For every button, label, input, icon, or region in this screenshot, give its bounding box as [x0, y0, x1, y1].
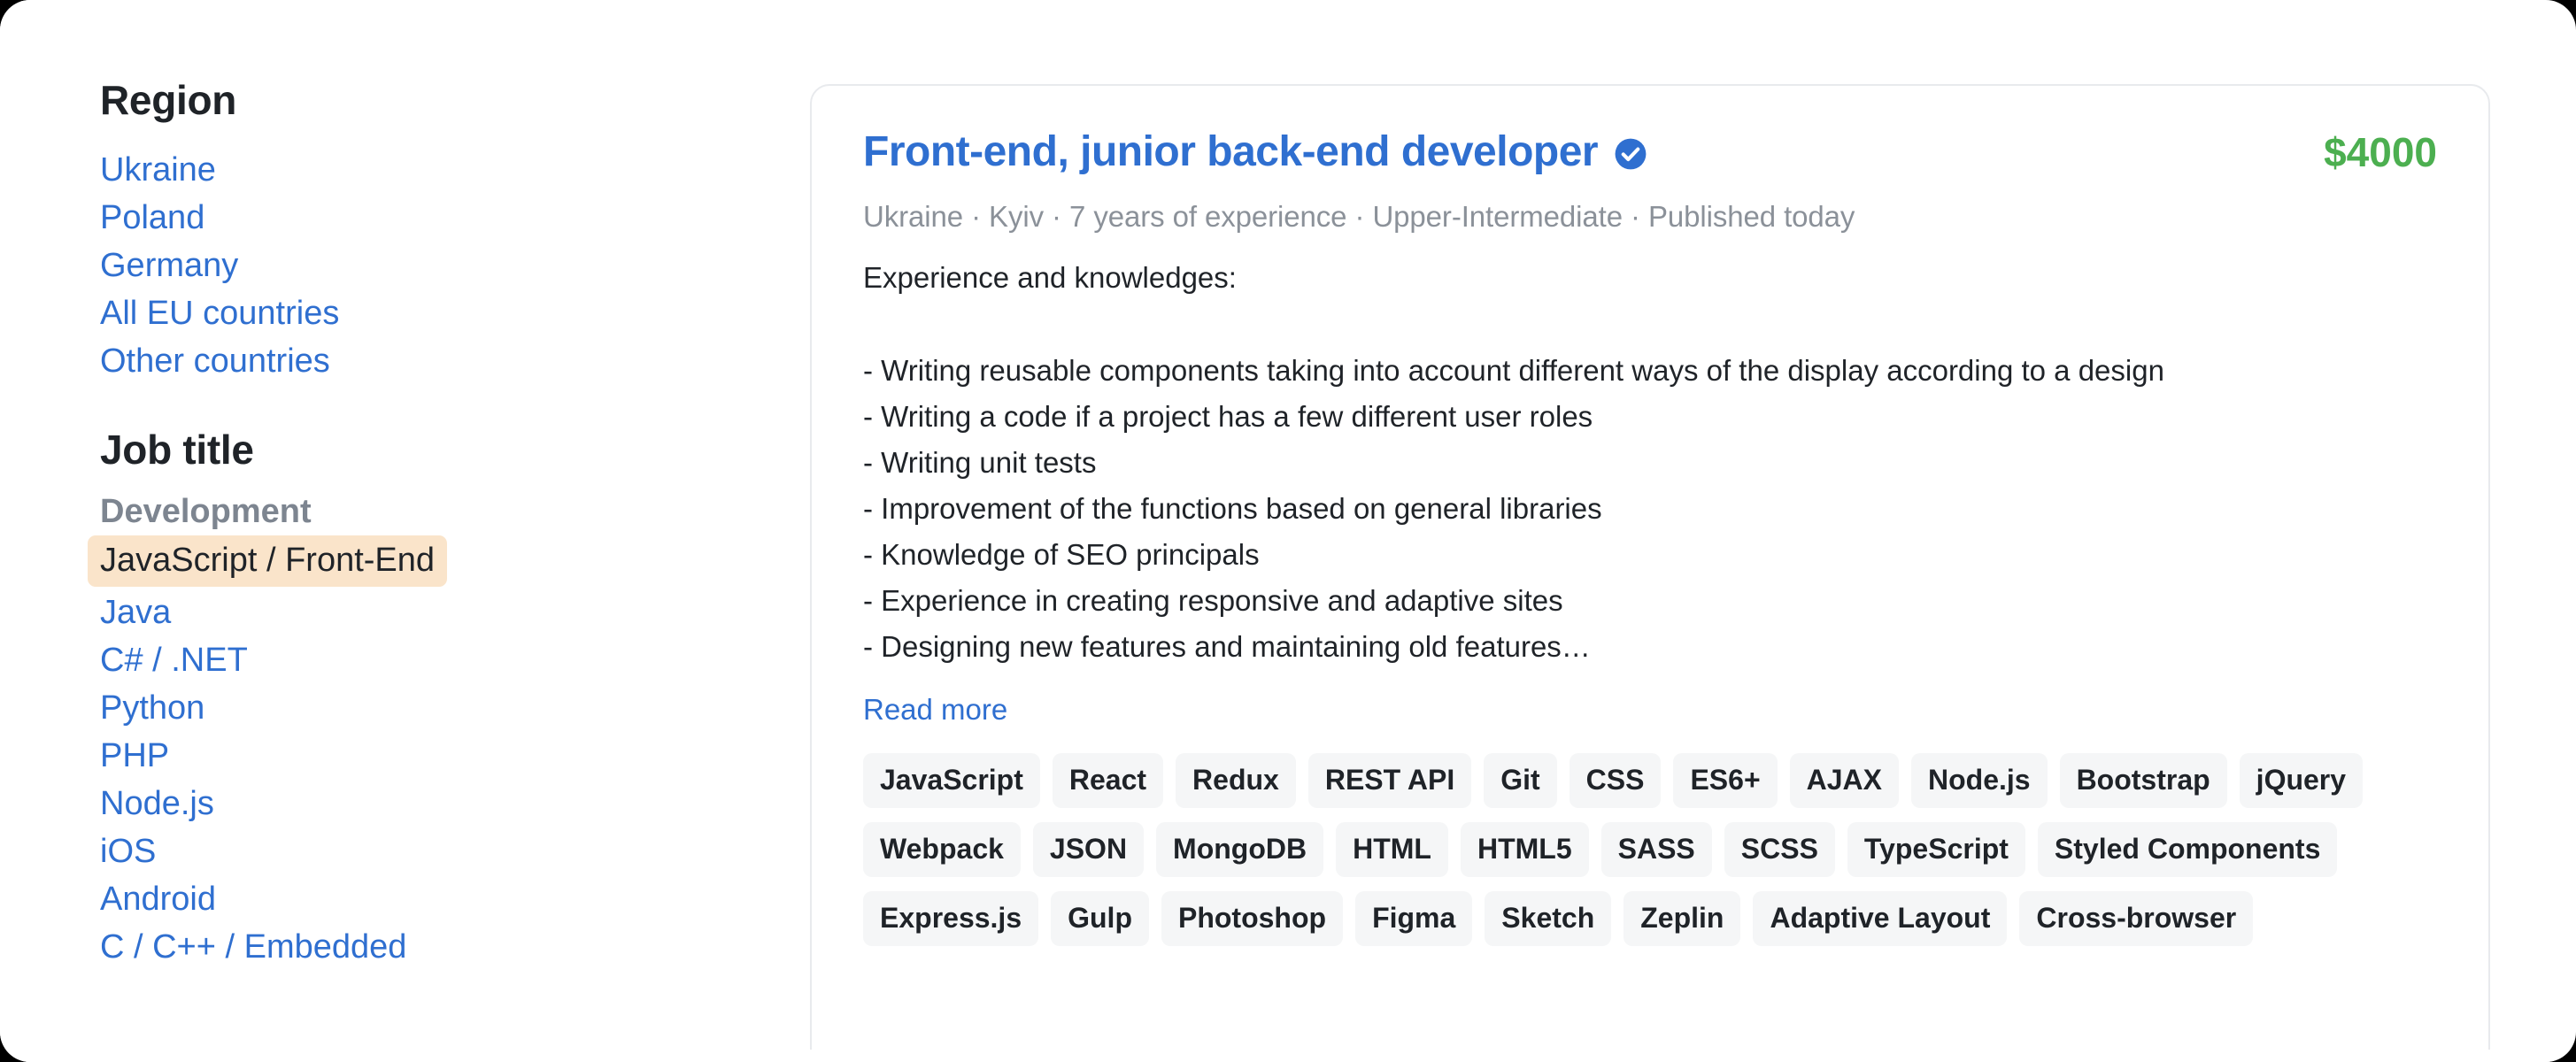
sidebar-item-all-eu-countries[interactable]: All EU countries — [100, 289, 810, 337]
skill-tag[interactable]: REST API — [1307, 753, 1472, 809]
skill-tag[interactable]: Adaptive Layout — [1753, 891, 2008, 947]
sidebar-item-python[interactable]: Python — [100, 684, 810, 732]
description-line: - Writing a code if a project has a few … — [863, 399, 1593, 433]
skill-tag[interactable]: Gulp — [1051, 891, 1149, 947]
filter-section-heading-region: Region — [100, 77, 237, 123]
skill-tag[interactable]: CSS — [1569, 753, 1662, 809]
skill-tag[interactable]: Cross-browser — [2019, 891, 2254, 947]
sidebar-item-php[interactable]: PHP — [100, 732, 810, 780]
job-title-filter-list: Development JavaScript / Front-End Java … — [88, 491, 810, 971]
filters-sidebar: Region Ukraine Poland Germany All EU cou… — [0, 0, 810, 1062]
skill-tag[interactable]: Zeplin — [1623, 891, 1741, 947]
page-content: Region Ukraine Poland Germany All EU cou… — [0, 0, 2576, 1062]
sidebar-item-javascript-front-end[interactable]: JavaScript / Front-End — [88, 535, 448, 588]
description-line: - Writing reusable components taking int… — [863, 353, 2164, 387]
skill-tag[interactable]: HTML5 — [1460, 822, 1589, 878]
skill-tag[interactable]: HTML — [1336, 822, 1448, 878]
skill-tag[interactable]: Node.js — [1910, 753, 2048, 809]
skill-tag[interactable]: React — [1052, 753, 1164, 809]
skill-tag[interactable]: ES6+ — [1673, 753, 1778, 809]
skill-tag[interactable]: Figma — [1355, 891, 1473, 947]
results-column: Front-end, junior back-end developer $40… — [810, 0, 2576, 1062]
sidebar-item-poland[interactable]: Poland — [100, 194, 810, 242]
description-line: - Writing unit tests — [863, 445, 1097, 479]
skill-tag-list: JavaScript React Redux REST API Git CSS ES6+ AJ… — [863, 753, 2421, 947]
resume-title-group: Front-end, junior back-end developer — [863, 128, 1647, 176]
sidebar-item-csharp-dotnet[interactable]: C# / .NET — [100, 636, 810, 684]
skill-tag[interactable]: SASS — [1600, 822, 1712, 878]
resume-description: Experience and knowledges: - Writing reu… — [863, 255, 2408, 670]
sidebar-item-android[interactable]: Android — [100, 875, 810, 923]
sidebar-item-java[interactable]: Java — [100, 589, 810, 636]
resume-salary: $4000 — [2324, 129, 2437, 175]
sidebar-item-other-countries[interactable]: Other countries — [100, 337, 810, 385]
read-more-link[interactable]: Read more — [863, 693, 1007, 727]
skill-tag[interactable]: JavaScript — [863, 753, 1040, 809]
skill-tag[interactable]: Express.js — [863, 891, 1039, 947]
verified-check-icon — [1615, 138, 1647, 170]
region-filter-list: Ukraine Poland Germany All EU countries … — [100, 146, 810, 385]
skill-tag[interactable]: SCSS — [1724, 822, 1835, 878]
description-line: - Improvement of the functions based on … — [863, 491, 1602, 525]
sidebar-item-c-cpp-embedded[interactable]: C / C++ / Embedded — [100, 923, 810, 971]
skill-tag[interactable]: jQuery — [2239, 753, 2364, 809]
skill-tag[interactable]: Sketch — [1485, 891, 1612, 947]
skill-tag[interactable]: Bootstrap — [2059, 753, 2227, 809]
filter-section-heading-job-title: Job title — [100, 426, 254, 473]
skill-tag[interactable]: Styled Components — [2037, 822, 2338, 878]
skill-tag[interactable]: TypeScript — [1847, 822, 2025, 878]
description-line: - Knowledge of SEO principals — [863, 538, 1260, 572]
skill-tag[interactable]: Webpack — [863, 822, 1021, 878]
browser-page-shell: Region Ukraine Poland Germany All EU cou… — [0, 0, 2576, 1062]
skill-tag[interactable]: AJAX — [1789, 753, 1899, 809]
sidebar-group-development: Development — [100, 493, 312, 531]
skill-tag[interactable]: Git — [1484, 753, 1557, 809]
resume-title[interactable]: Front-end, junior back-end developer — [863, 128, 1599, 176]
description-line: Experience and knowledges: — [863, 261, 1237, 295]
skill-tag[interactable]: Redux — [1176, 753, 1296, 809]
sidebar-item-javascript-front-end-wrapper: JavaScript / Front-End — [88, 534, 810, 589]
description-line: - Designing new features and maintaining… — [863, 630, 1591, 664]
resume-card-header: Front-end, junior back-end developer $40… — [863, 128, 2437, 176]
sidebar-item-germany[interactable]: Germany — [100, 242, 810, 289]
sidebar-item-nodejs[interactable]: Node.js — [100, 780, 810, 827]
sidebar-item-ukraine[interactable]: Ukraine — [100, 146, 810, 194]
sidebar-item-ios[interactable]: iOS — [100, 827, 810, 875]
resume-meta: Ukraine · Kyiv · 7 years of experience ·… — [863, 199, 1855, 233]
resume-card[interactable]: Front-end, junior back-end developer $40… — [810, 84, 2490, 1062]
skill-tag[interactable]: MongoDB — [1156, 822, 1324, 878]
skill-tag[interactable]: JSON — [1032, 822, 1145, 878]
description-line: - Experience in creating responsive and … — [863, 584, 1563, 618]
skill-tag[interactable]: Photoshop — [1161, 891, 1344, 947]
